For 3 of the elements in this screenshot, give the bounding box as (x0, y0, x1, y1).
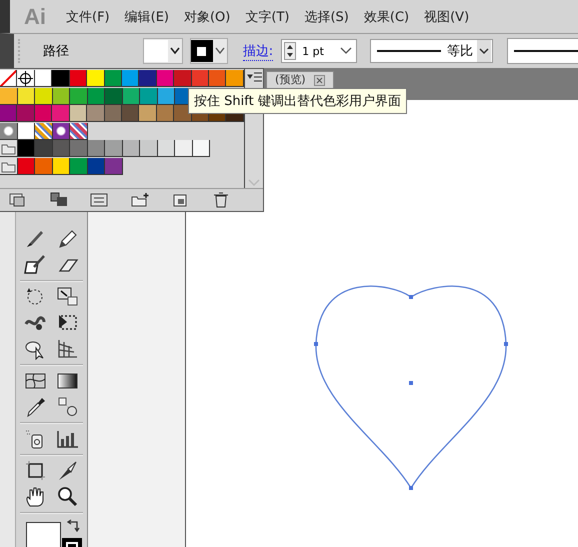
tooltip: 按住 Shift 键调出替代色彩用户界面 (188, 88, 407, 114)
object-type-label: 路径 (42, 43, 70, 60)
app-logo: Ai (24, 4, 46, 30)
